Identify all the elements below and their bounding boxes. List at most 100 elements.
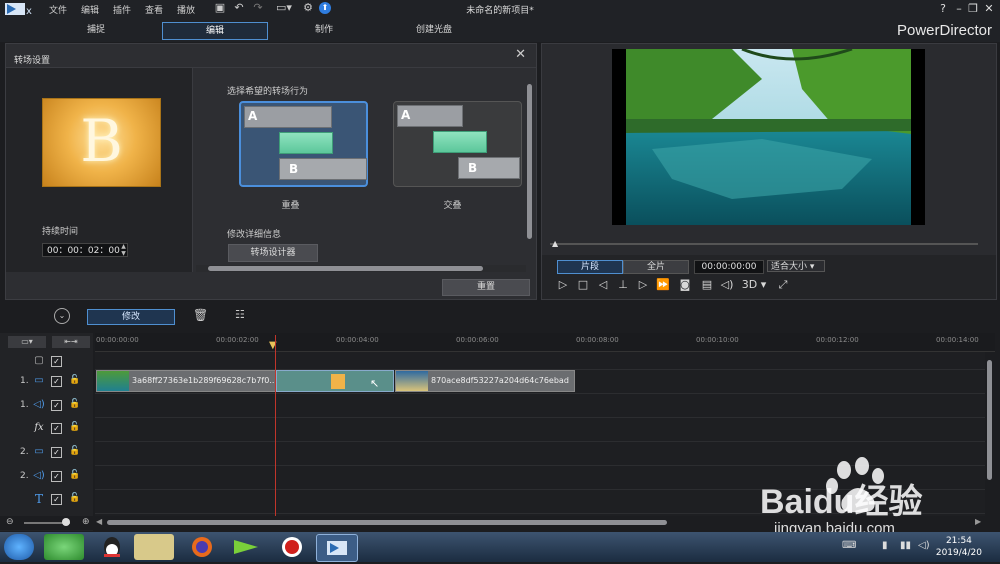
zoom-slider-handle[interactable] <box>62 518 70 526</box>
track-enable-checkbox[interactable]: ✓ <box>51 356 62 367</box>
video-editor-taskbar-icon[interactable] <box>226 534 266 560</box>
cross-option[interactable]: A B <box>393 101 522 187</box>
clip-thumbnail <box>396 371 428 391</box>
undock-icon[interactable]: ⤢ <box>776 278 790 292</box>
help-icon[interactable]: ? <box>936 2 950 15</box>
menu-view[interactable]: 查看 <box>145 3 163 16</box>
tray-device-icon[interactable]: ⌨ <box>842 540 856 551</box>
playback-progress[interactable] <box>550 243 978 245</box>
firefox-icon[interactable] <box>182 534 222 560</box>
scroll-thumb[interactable] <box>208 266 483 271</box>
track-enable-checkbox[interactable]: ✓ <box>51 423 62 434</box>
start-button-icon[interactable] <box>4 534 34 560</box>
qq-icon[interactable] <box>92 534 132 560</box>
transition-designer-button[interactable]: 转场设计器 <box>228 244 318 262</box>
lock-icon[interactable]: 🔓 <box>69 470 80 480</box>
track-row-video-2: 2. ▭ ✓ 🔓 <box>0 442 93 464</box>
menu-play[interactable]: 播放 <box>177 3 195 16</box>
expand-icon[interactable]: ⌄ <box>54 308 70 324</box>
volume-icon[interactable]: ◁) <box>720 278 734 292</box>
tray-volume-icon[interactable]: ◁) <box>918 540 930 551</box>
movie-mode-button[interactable]: 全片 <box>623 260 689 274</box>
viewer-toolbar: 片段 全片 00:00:00:00 适合大小 ▾ ▷ □ ◁ ⊥ ▷ ⏩ ◙ ▤… <box>542 255 996 299</box>
stop-icon[interactable]: □ <box>576 278 590 292</box>
overlap-option[interactable]: A B <box>239 101 368 187</box>
play-icon[interactable]: ▷ <box>556 278 570 292</box>
tab-capture[interactable]: 捕捉 <box>44 22 148 38</box>
watermark-text: Baidu经验 <box>760 483 923 521</box>
track-view-icon[interactable]: ▭▾ <box>8 336 46 348</box>
scroll-left-icon[interactable]: ◀ <box>96 517 102 526</box>
settings-gear-icon[interactable]: ⚙ <box>302 2 314 14</box>
progress-handle-icon[interactable]: ▲ <box>552 239 558 248</box>
lock-icon[interactable]: 🔓 <box>69 375 80 385</box>
timeline-ruler[interactable]: 00:00:00:00 00:00:02:00 00:00:04:00 00:0… <box>95 333 995 352</box>
modify-button[interactable]: 修改 <box>87 309 175 325</box>
upgrade-icon[interactable]: ⬆ <box>319 2 331 14</box>
close-icon[interactable]: ✕ <box>515 47 526 62</box>
scroll-thumb[interactable] <box>527 84 532 239</box>
restore-icon[interactable]: ❐ <box>966 2 980 15</box>
tab-produce[interactable]: 制作 <box>272 22 376 38</box>
tray-network-icon[interactable]: ▮▮ <box>900 540 911 551</box>
scroll-thumb[interactable] <box>107 520 667 525</box>
app-360-icon[interactable] <box>44 534 84 560</box>
file-explorer-icon[interactable] <box>134 534 174 560</box>
redo-icon[interactable]: ↷ <box>252 2 264 14</box>
lock-icon[interactable]: 🔓 <box>69 422 80 432</box>
track-enable-checkbox[interactable]: ✓ <box>51 376 62 387</box>
lock-icon[interactable]: 🔓 <box>69 493 80 503</box>
zoom-out-icon[interactable]: ⊖ <box>6 517 14 527</box>
zoom-select[interactable]: 适合大小 ▾ <box>767 260 825 272</box>
zoom-in-icon[interactable]: ⊕ <box>82 517 90 527</box>
menu-plugins[interactable]: 插件 <box>113 3 131 16</box>
menu-file[interactable]: 文件 <box>49 3 67 16</box>
tray-battery-icon[interactable]: ▮ <box>882 540 888 551</box>
powerdirector-taskbar-icon[interactable] <box>316 534 358 562</box>
audio-track-icon: ◁) <box>33 399 45 410</box>
timecode-field[interactable]: 00:00:00:00 <box>694 260 764 274</box>
tab-edit[interactable]: 编辑 <box>162 22 268 40</box>
clip-mode-button[interactable]: 片段 <box>557 260 623 274</box>
3d-label: 3D <box>741 278 758 291</box>
menu-edit[interactable]: 编辑 <box>81 3 99 16</box>
video-clip[interactable]: 3a68ff27363e1b289f69628c7b7f0... <box>96 370 276 392</box>
reset-button[interactable]: 重置 <box>442 279 530 296</box>
options-vertical-scrollbar[interactable] <box>526 84 533 254</box>
tools-icon[interactable]: ☷ <box>235 308 245 321</box>
previous-frame-icon[interactable]: ◁ <box>596 278 610 292</box>
track-number: 1. <box>20 376 29 386</box>
transition-bar <box>279 132 333 154</box>
close-window-icon[interactable]: ✕ <box>982 2 996 15</box>
fast-forward-icon[interactable]: ⏩ <box>656 278 670 292</box>
playhead-line[interactable] <box>275 335 276 517</box>
save-icon[interactable]: ▣ <box>214 2 226 14</box>
subtitle-icon[interactable]: ▤ <box>700 278 714 292</box>
next-frame-icon[interactable]: ▷ <box>636 278 650 292</box>
mode-tabs: 捕捉 编辑 制作 创建光盘 PowerDirector <box>0 18 1000 42</box>
lock-icon[interactable]: 🔓 <box>69 399 80 409</box>
record-icon[interactable] <box>272 534 312 560</box>
options-horizontal-scrollbar[interactable] <box>196 265 526 272</box>
duration-stepper-icon[interactable]: ▲ ▼ <box>118 243 129 257</box>
track-enable-checkbox[interactable]: ✓ <box>51 447 62 458</box>
transition-clip[interactable]: ↖ <box>276 370 394 392</box>
aspect-ratio-icon[interactable]: ▭▾ <box>272 2 296 14</box>
split-icon[interactable]: ⊥ <box>616 278 630 292</box>
snapshot-icon[interactable]: ◙ <box>678 278 692 292</box>
duration-field[interactable]: 00：00：02：00 <box>42 243 128 257</box>
3d-mode-button[interactable]: 3D ▾ <box>740 278 768 292</box>
undo-icon[interactable]: ↶ <box>233 2 245 14</box>
ruler-tick: 00:00:00:00 <box>96 336 139 344</box>
system-clock[interactable]: 21:54 2019/4/20 <box>936 535 982 559</box>
lock-icon[interactable]: 🔓 <box>69 446 80 456</box>
brand-name: PowerDirector <box>896 22 992 39</box>
minimize-icon[interactable]: – <box>952 2 966 15</box>
delete-icon[interactable]: 🗑 <box>193 308 208 322</box>
fit-timeline-icon[interactable]: ⇤⇥ <box>52 336 90 348</box>
video-clip[interactable]: 870ace8df53227a204d64c76ebad <box>395 370 575 392</box>
track-enable-checkbox[interactable]: ✓ <box>51 471 62 482</box>
track-enable-checkbox[interactable]: ✓ <box>51 400 62 411</box>
tab-create-disc[interactable]: 创建光盘 <box>382 22 486 38</box>
track-enable-checkbox[interactable]: ✓ <box>51 494 62 505</box>
